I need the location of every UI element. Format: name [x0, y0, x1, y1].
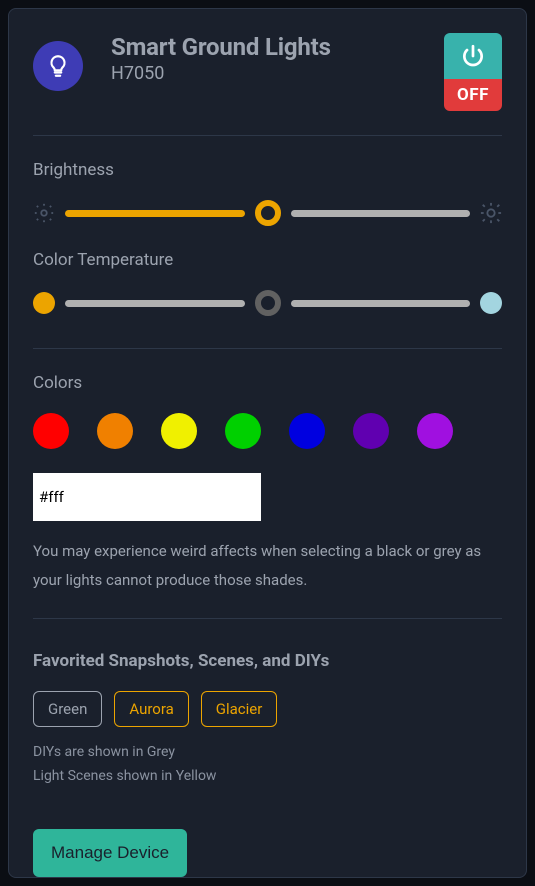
color-hint: You may experience weird affects when se…	[33, 537, 502, 619]
warm-dot-icon	[33, 292, 55, 314]
favorite-chip[interactable]: Aurora	[114, 691, 188, 727]
power-icon	[444, 33, 502, 79]
color-swatch-row	[33, 413, 502, 449]
brightness-thumb[interactable]	[255, 200, 281, 226]
color-temp-label: Color Temperature	[33, 250, 502, 270]
brightness-track-rest	[291, 210, 471, 217]
color-swatch-violet[interactable]	[353, 413, 389, 449]
ct-track-right	[291, 300, 471, 307]
favorites-chip-row: Green Aurora Glacier	[33, 691, 502, 727]
color-swatch-yellow[interactable]	[161, 413, 197, 449]
brightness-track-fill	[65, 210, 245, 217]
favorite-chip[interactable]: Glacier	[201, 691, 278, 727]
power-toggle[interactable]: OFF	[444, 33, 502, 111]
device-title: Smart Ground Lights	[111, 33, 444, 61]
title-block: Smart Ground Lights H7050	[111, 33, 444, 84]
ct-track-left	[65, 300, 245, 307]
bulb-icon	[33, 41, 83, 91]
color-temp-section: Color Temperature	[33, 250, 502, 340]
cool-dot-icon	[480, 292, 502, 314]
card-header: Smart Ground Lights H7050 OFF	[33, 33, 502, 136]
device-model: H7050	[111, 63, 444, 84]
color-swatch-blue[interactable]	[289, 413, 325, 449]
favorites-label: Favorited Snapshots, Scenes, and DIYs	[33, 651, 502, 671]
hex-input-wrap	[33, 473, 261, 521]
sun-high-icon	[480, 202, 502, 224]
hex-preview	[229, 473, 261, 521]
color-swatch-magenta[interactable]	[417, 413, 453, 449]
brightness-section: Brightness	[33, 160, 502, 226]
favorites-legend: DIYs are shown in Grey Light Scenes show…	[33, 741, 502, 789]
color-temp-slider[interactable]	[33, 290, 502, 316]
manage-device-button[interactable]: Manage Device	[33, 829, 187, 877]
color-swatch-orange[interactable]	[97, 413, 133, 449]
ct-thumb[interactable]	[255, 290, 281, 316]
device-card: Smart Ground Lights H7050 OFF Brightness…	[8, 8, 527, 878]
favorite-chip[interactable]: Green	[33, 691, 102, 727]
color-swatch-red[interactable]	[33, 413, 69, 449]
colors-section: Colors You may experience weird affects …	[33, 373, 502, 619]
power-state-label: OFF	[444, 79, 502, 111]
color-swatch-green[interactable]	[225, 413, 261, 449]
brightness-label: Brightness	[33, 160, 502, 180]
hex-input[interactable]	[33, 473, 229, 521]
legend-diy: DIYs are shown in Grey	[33, 741, 502, 765]
brightness-slider[interactable]	[33, 200, 502, 226]
legend-scene: Light Scenes shown in Yellow	[33, 765, 502, 789]
colors-label: Colors	[33, 373, 502, 393]
divider	[33, 348, 502, 349]
sun-low-icon	[33, 202, 55, 224]
